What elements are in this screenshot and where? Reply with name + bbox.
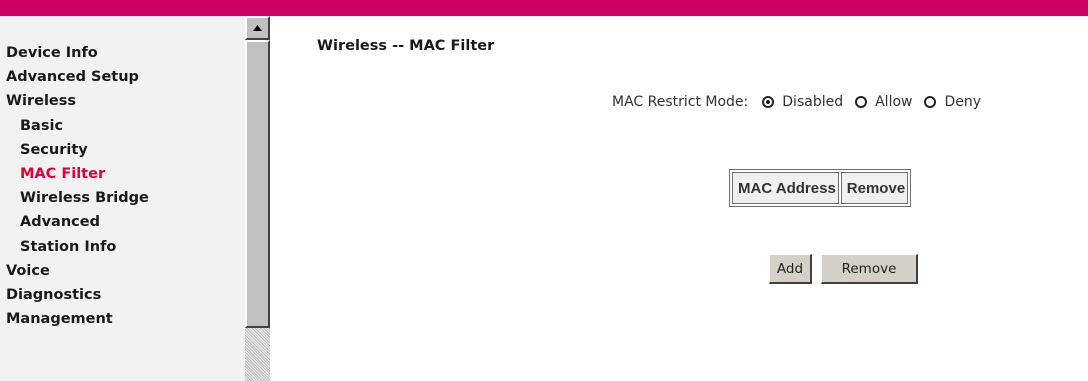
radio-disabled-label: Disabled: [782, 94, 844, 110]
column-header-remove: Remove: [840, 172, 909, 204]
table-header-row: MAC Address Remove: [732, 172, 909, 204]
page-title: Wireless -- MAC Filter: [317, 38, 495, 54]
sidebar-item-wireless[interactable]: Wireless: [6, 89, 149, 113]
radio-deny[interactable]: [924, 96, 937, 108]
sidebar-item-security[interactable]: Security: [6, 138, 149, 162]
sidebar-item-station-info[interactable]: Station Info: [6, 235, 149, 259]
sidebar-item-wireless-bridge[interactable]: Wireless Bridge: [6, 186, 149, 210]
sidebar-item-advanced[interactable]: Advanced: [6, 210, 149, 234]
sidebar-item-management[interactable]: Management: [6, 307, 149, 331]
sidebar-item-advanced-setup[interactable]: Advanced Setup: [6, 65, 149, 89]
radio-option-disabled[interactable]: Disabled: [762, 94, 843, 110]
radio-option-allow[interactable]: Allow: [855, 94, 912, 110]
sidebar-item-voice[interactable]: Voice: [6, 259, 149, 283]
radio-disabled[interactable]: [762, 96, 775, 108]
top-banner: [0, 0, 1088, 16]
radio-allow-label: Allow: [875, 94, 913, 110]
remove-button[interactable]: Remove: [821, 254, 918, 284]
sidebar-menu: Device Info Advanced Setup Wireless Basi…: [6, 41, 149, 331]
add-button[interactable]: Add: [769, 254, 812, 284]
scroll-up-button[interactable]: [245, 16, 270, 40]
sidebar-scrollbar[interactable]: [245, 16, 270, 381]
mac-restrict-mode: MAC Restrict Mode: Disabled Allow Deny: [612, 92, 981, 112]
sidebar-item-diagnostics[interactable]: Diagnostics: [6, 283, 149, 307]
sidebar-item-mac-filter[interactable]: MAC Filter: [6, 162, 149, 186]
scroll-thumb[interactable]: [245, 40, 270, 328]
radio-allow[interactable]: [855, 96, 868, 108]
radio-deny-label: Deny: [944, 94, 982, 110]
sidebar: Device Info Advanced Setup Wireless Basi…: [0, 16, 270, 381]
column-header-mac-address: MAC Address: [732, 172, 839, 204]
triangle-up-icon: [253, 25, 262, 31]
mac-restrict-mode-label: MAC Restrict Mode:: [612, 94, 749, 110]
radio-option-deny[interactable]: Deny: [924, 94, 981, 110]
sidebar-item-device-info[interactable]: Device Info: [6, 41, 149, 65]
mac-filter-table: MAC Address Remove: [729, 169, 912, 207]
sidebar-item-basic[interactable]: Basic: [6, 114, 149, 138]
